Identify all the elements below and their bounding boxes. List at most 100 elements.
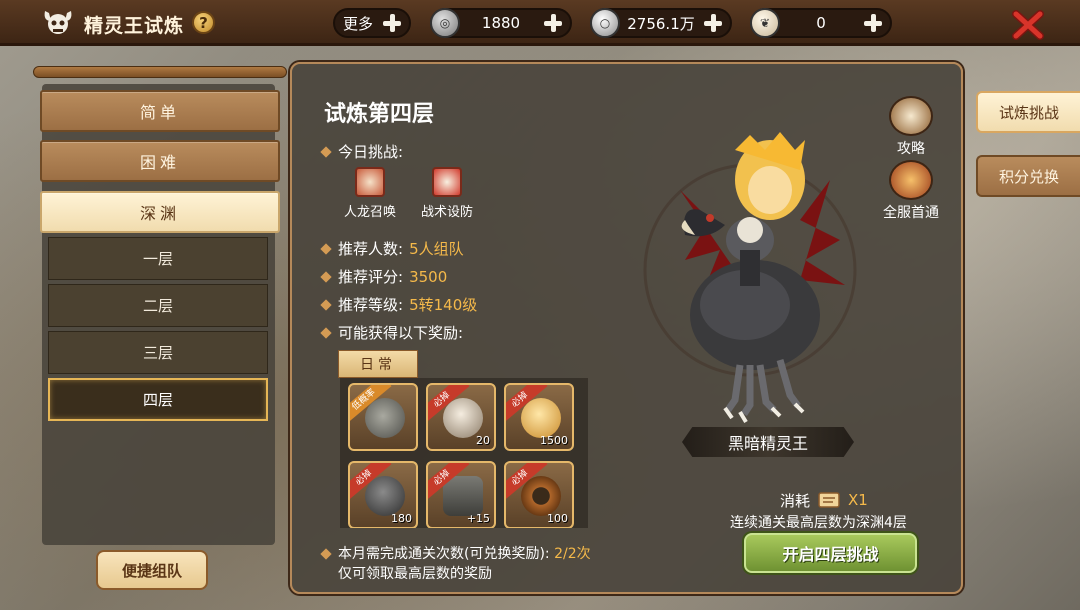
reward-count: 1500 bbox=[540, 434, 568, 447]
difficulty-hard[interactable]: 困难 bbox=[40, 140, 280, 182]
difficulty-label: 困难 bbox=[139, 153, 180, 172]
reward-grid: 低概率 必掉 20 必掉 1500 必掉 180 必掉 +15 必掉 100 bbox=[340, 378, 588, 528]
guide-label: 攻略 bbox=[897, 141, 925, 157]
floor-label: 四层 bbox=[142, 391, 173, 409]
floor-item-2[interactable]: 二层 bbox=[48, 284, 268, 327]
gold-ring-icon: ○ bbox=[590, 8, 620, 38]
challenge-tactical-defense[interactable]: 战术设防 bbox=[412, 167, 482, 220]
horned-skull-icon bbox=[443, 398, 483, 438]
recommend-key: 推荐人数: bbox=[338, 240, 404, 258]
today-challenge-row: 今日挑战: bbox=[320, 141, 404, 162]
shell-icon: ❦ bbox=[750, 8, 780, 38]
close-icon bbox=[1012, 10, 1044, 40]
book-icon bbox=[889, 96, 933, 136]
quick-team-button[interactable]: 便捷组队 bbox=[96, 550, 208, 590]
reward-item[interactable]: 必掉 1500 bbox=[504, 383, 574, 451]
challenge-label: 人龙召唤 bbox=[343, 205, 396, 220]
rhino-pet-icon bbox=[365, 398, 405, 438]
bullet-icon bbox=[320, 242, 332, 255]
tactical-defense-icon bbox=[432, 167, 462, 197]
floor-label: 三层 bbox=[142, 344, 173, 362]
floor-item-3[interactable]: 三层 bbox=[48, 331, 268, 374]
reward-item[interactable]: 必掉 100 bbox=[504, 461, 574, 528]
close-button[interactable] bbox=[1010, 8, 1046, 42]
recommend-value: 5人组队 bbox=[409, 240, 464, 258]
rewards-label: 可能获得以下奖励: bbox=[338, 324, 464, 342]
back-button[interactable] bbox=[40, 6, 76, 38]
tab-label: 试炼挑战 bbox=[998, 103, 1059, 122]
rewards-row: 可能获得以下奖励: bbox=[320, 322, 464, 343]
cost-value: X1 bbox=[848, 491, 868, 509]
floor-item-4[interactable]: 四层 bbox=[48, 378, 268, 421]
tab-points-exchange[interactable]: 积分兑换 bbox=[976, 155, 1080, 197]
gold-value: 2756.1万 bbox=[627, 14, 695, 33]
gold-resource: ○ 2756.1万 bbox=[590, 8, 732, 38]
reward-item[interactable]: 必掉 180 bbox=[348, 461, 418, 528]
silver-coin-icon: ◎ bbox=[430, 8, 460, 38]
recommend-key: 推荐等级: bbox=[338, 296, 404, 314]
dragon-summon-icon bbox=[355, 167, 385, 197]
reward-item[interactable]: 必掉 20 bbox=[426, 383, 496, 451]
guide-button[interactable]: 攻略 bbox=[876, 96, 946, 158]
recommend-players-row: 推荐人数: 5人组队 bbox=[320, 238, 464, 259]
note-line-1: 本月需完成通关次数(可兑换奖励): 2/2次 bbox=[320, 544, 591, 564]
bullet-icon bbox=[320, 326, 332, 339]
tab-daily[interactable]: 日常 bbox=[338, 350, 418, 378]
plus-icon[interactable] bbox=[381, 12, 403, 34]
recommend-score-row: 推荐评分: 3500 bbox=[320, 266, 448, 287]
shell-icon bbox=[521, 398, 561, 438]
recommend-value: 5转140级 bbox=[409, 296, 478, 314]
more-label: 更多 bbox=[342, 14, 373, 33]
silver-resource: ◎ 1880 bbox=[430, 8, 572, 38]
note-line-2: 仅可领取最高层数的奖励 bbox=[338, 566, 492, 582]
shell-value: 0 bbox=[816, 14, 826, 32]
reward-count: 180 bbox=[391, 512, 412, 525]
note-progress: 2/2次 bbox=[554, 546, 591, 562]
armor-icon bbox=[443, 476, 483, 516]
plus-icon[interactable] bbox=[542, 12, 564, 34]
page-title: 精灵王试炼 bbox=[84, 15, 185, 37]
floor-title: 试炼第四层 bbox=[324, 102, 435, 127]
horned-skull-back-icon bbox=[44, 11, 72, 34]
tab-trial-challenge[interactable]: 试炼挑战 bbox=[976, 91, 1080, 133]
trophy-monster-icon bbox=[889, 160, 933, 200]
cost-label: 消耗 bbox=[780, 491, 811, 510]
reward-item[interactable]: 低概率 bbox=[348, 383, 418, 451]
floor-label: 二层 bbox=[142, 297, 173, 315]
challenge-dragon-summon[interactable]: 人龙召唤 bbox=[335, 167, 405, 220]
difficulty-abyss[interactable]: 深渊 bbox=[40, 191, 280, 233]
scroll-ticket-icon bbox=[818, 492, 840, 508]
difficulty-easy[interactable]: 简单 bbox=[40, 90, 280, 132]
boss-portrait bbox=[640, 110, 870, 430]
today-challenge-label: 今日挑战: bbox=[338, 143, 404, 161]
first-clear-label: 全服首通 bbox=[883, 205, 939, 221]
bullet-icon bbox=[320, 270, 332, 283]
monthly-note: 本月需完成通关次数(可兑换奖励): 2/2次 仅可领取最高层数的奖励 bbox=[320, 544, 591, 584]
start-challenge-button[interactable]: 开启四层挑战 bbox=[744, 533, 917, 573]
reward-item[interactable]: 必掉 +15 bbox=[426, 461, 496, 528]
help-icon[interactable]: ? bbox=[192, 11, 215, 34]
more-resource[interactable]: 更多 bbox=[333, 8, 411, 38]
silver-value: 1880 bbox=[481, 14, 521, 32]
reward-count: 100 bbox=[547, 512, 568, 525]
bullet-icon bbox=[320, 548, 332, 560]
difficulty-label: 深渊 bbox=[139, 204, 180, 223]
recommend-value: 3500 bbox=[409, 267, 448, 286]
floor-item-1[interactable]: 一层 bbox=[48, 237, 268, 280]
gear-icon bbox=[521, 476, 561, 516]
boss-name: 黑暗精灵王 bbox=[682, 427, 854, 457]
shell-resource: ❦ 0 bbox=[750, 8, 892, 38]
cost-note: 连续通关最高层数为深渊4层 bbox=[730, 515, 907, 531]
plus-icon[interactable] bbox=[862, 12, 884, 34]
plus-icon[interactable] bbox=[702, 12, 724, 34]
difficulty-label: 简单 bbox=[139, 103, 180, 122]
first-clear-button[interactable]: 全服首通 bbox=[876, 160, 946, 222]
cost-row: 消耗 X1 bbox=[780, 489, 868, 511]
reward-count: 20 bbox=[476, 434, 490, 447]
bullet-icon bbox=[320, 145, 332, 158]
reward-count: +15 bbox=[466, 512, 490, 525]
recommend-key: 推荐评分: bbox=[338, 268, 404, 286]
floor-label: 一层 bbox=[142, 250, 173, 268]
note-text: 本月需完成通关次数(可兑换奖励): bbox=[338, 546, 550, 562]
top-bar: 精灵王试炼 ? 更多 ◎ 1880 ○ 2756.1万 ❦ 0 bbox=[0, 0, 1080, 46]
